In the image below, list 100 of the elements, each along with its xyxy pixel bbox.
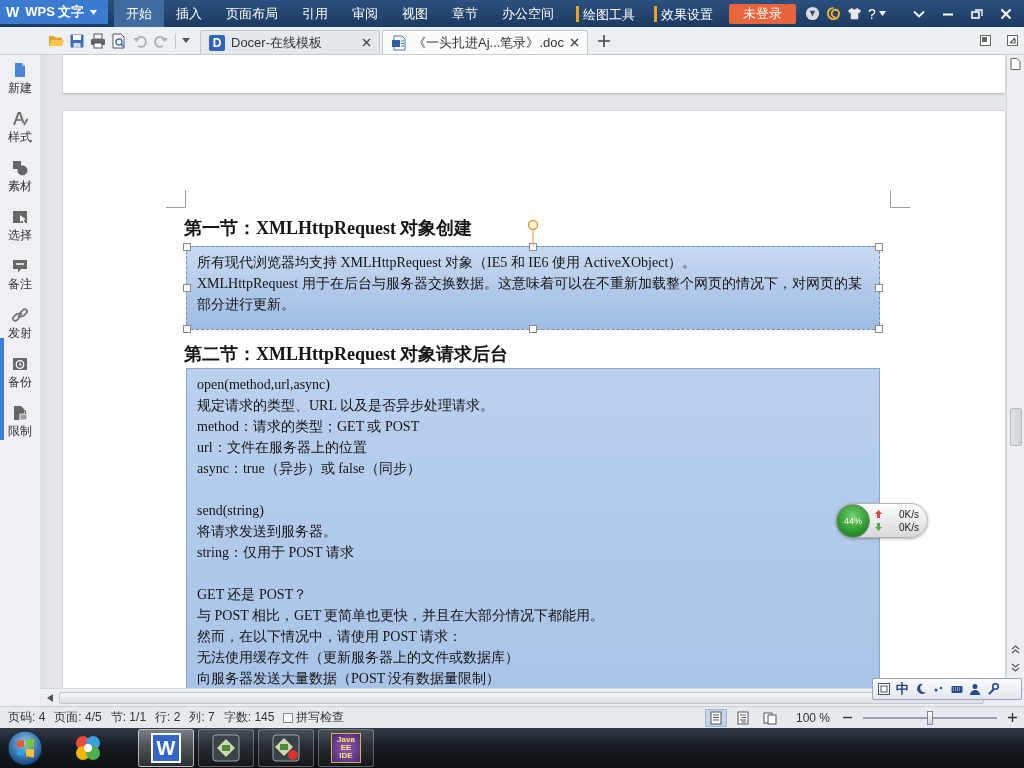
vertical-scrollbar[interactable] bbox=[1006, 55, 1024, 688]
double-chevron-up-icon[interactable] bbox=[1011, 645, 1020, 654]
status-field: 字数: 145 bbox=[223, 709, 275, 726]
text-box[interactable] bbox=[186, 368, 880, 688]
upload-speed: 0K/s bbox=[899, 507, 919, 521]
taskbar-app[interactable] bbox=[198, 729, 254, 767]
document-tab[interactable]: 《一头扎进Aj...笔录》.doc bbox=[382, 30, 588, 54]
ribbon-tab[interactable]: 插入 bbox=[164, 0, 214, 27]
restore-icon[interactable] bbox=[971, 7, 983, 20]
status-field: 行: 2 bbox=[155, 709, 181, 726]
start-orb-icon[interactable] bbox=[6, 729, 44, 767]
taskbar-app[interactable]: Java EE IDE bbox=[318, 729, 374, 767]
status-field: 页面: 4/5 bbox=[54, 709, 102, 726]
rotate-handle[interactable] bbox=[527, 219, 539, 246]
resize-handle[interactable] bbox=[183, 284, 191, 292]
status-field: 页码: 4 bbox=[8, 709, 46, 726]
diamond-tile-icon bbox=[210, 732, 242, 764]
scroll-thumb[interactable] bbox=[1009, 408, 1022, 446]
document-tab[interactable]: D Docer-在线模板 bbox=[200, 30, 380, 54]
close-icon[interactable] bbox=[362, 38, 371, 47]
ribbon-tab[interactable]: 章节 bbox=[440, 0, 490, 27]
section-heading: 第二节：XMLHttpRequest 对象请求后台 bbox=[184, 343, 509, 365]
ribbon-tab[interactable]: 办公空间 bbox=[490, 0, 566, 27]
caret-icon[interactable] bbox=[182, 38, 190, 43]
shirt-icon[interactable] bbox=[847, 6, 862, 21]
resize-handle[interactable] bbox=[183, 325, 191, 333]
app-menu-button[interactable]: W WPS 文字 bbox=[0, 0, 108, 24]
sidebar-collapse-handle[interactable] bbox=[0, 338, 4, 440]
text-line: 所有现代浏览器均支持 XMLHttpRequest 对象（IE5 和 IE6 使用 ActiveXObject）。 bbox=[197, 254, 698, 272]
double-chevron-down-icon[interactable] bbox=[1011, 663, 1020, 672]
usage-gauge: 44% bbox=[836, 503, 870, 538]
sidebar-item[interactable]: 发射 bbox=[0, 302, 40, 351]
sidebar-item[interactable]: 样式 bbox=[0, 106, 40, 155]
sidebar-item[interactable]: 备注 bbox=[0, 253, 40, 302]
text-line: 规定请求的类型、URL 以及是否异步处理请求。 bbox=[197, 397, 495, 415]
ribbon-tab[interactable]: 效果设置 bbox=[654, 5, 722, 22]
moon-icon[interactable] bbox=[915, 683, 927, 695]
text-line: GET 还是 POST？ bbox=[197, 586, 309, 604]
document-icon bbox=[391, 34, 407, 51]
spell-check-checkbox[interactable] bbox=[283, 712, 294, 723]
print-icon[interactable] bbox=[90, 32, 106, 49]
zoom-level[interactable]: 100 % bbox=[795, 710, 830, 725]
taskbar-app[interactable] bbox=[258, 729, 314, 767]
outline-view-icon bbox=[735, 710, 750, 725]
frame-icon[interactable] bbox=[878, 683, 890, 695]
text-line: XMLHttpRequest 用于在后台与服务器交换数据。这意味着可以在不重新加载整个网页的情况下，对网页的某部分进行更新。 bbox=[197, 275, 863, 314]
ribbon-tab[interactable]: 页面布局 bbox=[214, 0, 290, 27]
text-line: 与 POST 相比，GET 更简单也更快，并且在大部分情况下都能用。 bbox=[197, 607, 606, 625]
ribbon-tab[interactable]: 引用 bbox=[290, 0, 340, 27]
text-line: 然而，在以下情况中，请使用 POST 请求： bbox=[197, 628, 463, 646]
save-icon[interactable] bbox=[69, 32, 85, 49]
document-icon bbox=[12, 62, 28, 78]
caret-icon bbox=[878, 11, 886, 16]
sidebar-item[interactable]: 选择 bbox=[0, 204, 40, 253]
ribbon-tab[interactable]: 视图 bbox=[390, 0, 440, 27]
ribbon-tab[interactable]: 审阅 bbox=[340, 0, 390, 27]
resize-handle[interactable] bbox=[875, 284, 883, 292]
zoom-in-icon[interactable] bbox=[1008, 713, 1017, 722]
taskbar-app[interactable]: W bbox=[138, 729, 194, 767]
resize-handle[interactable] bbox=[875, 325, 883, 333]
select-icon bbox=[12, 209, 28, 225]
print-preview-icon[interactable] bbox=[111, 32, 127, 49]
page-icon[interactable] bbox=[1010, 58, 1021, 70]
text-line: string：仅用于 POST 请求 bbox=[197, 544, 355, 562]
status-field: 列: 7 bbox=[189, 709, 215, 726]
keyboard-icon[interactable] bbox=[951, 683, 963, 695]
disc-icon[interactable] bbox=[805, 6, 820, 21]
corner-arrow-icon[interactable] bbox=[1007, 35, 1018, 46]
comment-icon bbox=[12, 258, 28, 274]
sidebar-item[interactable]: 素材 bbox=[0, 155, 40, 204]
plus-icon[interactable] bbox=[597, 34, 610, 47]
caret-icon bbox=[90, 9, 98, 15]
zoom-slider-thumb[interactable] bbox=[927, 710, 933, 725]
shapes-icon bbox=[12, 160, 28, 176]
resize-handle[interactable] bbox=[529, 243, 537, 251]
text-line: url：文件在服务器上的位置 bbox=[197, 439, 368, 457]
left-arrow-icon[interactable] bbox=[47, 693, 53, 702]
text-line: 向服务器发送大量数据（POST 没有数据量限制） bbox=[197, 670, 502, 688]
page-view-icon bbox=[708, 710, 723, 725]
view-mode-button[interactable] bbox=[704, 708, 727, 727]
wrench-icon[interactable] bbox=[987, 683, 999, 695]
spell-check-label[interactable]: 拼写检查 bbox=[296, 709, 345, 726]
zoom-slider[interactable] bbox=[863, 710, 997, 725]
ribbon-tab[interactable]: 绘图工具 bbox=[576, 5, 644, 22]
down-arrow-icon bbox=[875, 523, 882, 531]
sidebar-item[interactable]: 新建 bbox=[0, 57, 40, 106]
close-icon[interactable] bbox=[569, 38, 579, 47]
panel-icon[interactable] bbox=[980, 35, 991, 46]
person-icon[interactable] bbox=[969, 683, 981, 695]
resize-handle[interactable] bbox=[875, 243, 883, 251]
clock-box-icon bbox=[12, 356, 28, 372]
link-icon bbox=[12, 307, 28, 323]
text-line: async：true（异步）或 false（同步） bbox=[197, 460, 422, 478]
resize-handle[interactable] bbox=[183, 243, 191, 251]
swirl-icon[interactable] bbox=[826, 6, 841, 21]
help-button[interactable]: ? bbox=[866, 5, 888, 22]
text-line: method：请求的类型；GET 或 POST bbox=[197, 418, 421, 436]
resize-handle[interactable] bbox=[529, 325, 537, 333]
ribbon-tab[interactable]: 开始 bbox=[114, 0, 164, 27]
input-mode[interactable]: 中 bbox=[896, 680, 909, 698]
